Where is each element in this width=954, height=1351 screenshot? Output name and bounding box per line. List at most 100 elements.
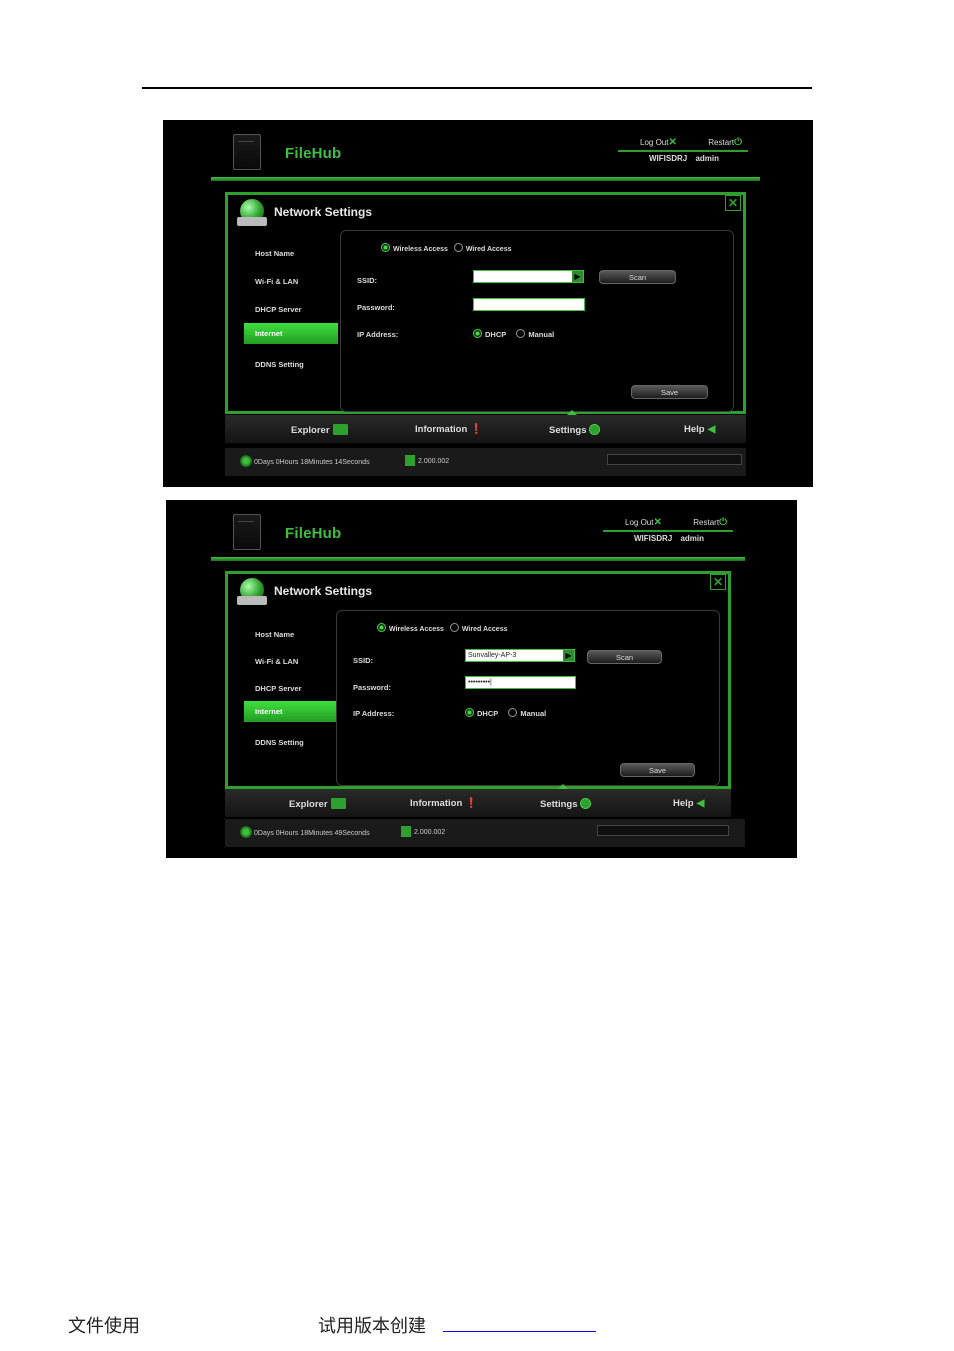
- ip-address-label: IP Address:: [353, 709, 395, 718]
- speaker-icon: ◀: [696, 798, 705, 809]
- app-frame: FileHub Log Out✕ Restart⏻ WIFISDRJ admin…: [211, 128, 760, 478]
- radio-unchecked-icon: [449, 623, 459, 632]
- nav-settings[interactable]: Settings: [540, 798, 592, 810]
- wired-access-radio[interactable]: Wired Access: [453, 243, 511, 253]
- sidebar-item-host-name[interactable]: Host Name: [255, 249, 294, 258]
- app-frame: FileHub Log Out✕ Restart⏻ WIFISDRJ admin…: [211, 508, 745, 848]
- app-header: FileHub Log Out✕ Restart⏻ WIFISDRJ admin: [211, 128, 760, 181]
- access-type-group: Wireless Access Wired Access: [377, 623, 511, 633]
- sidebar-item-dhcp-server[interactable]: DHCP Server: [255, 684, 302, 693]
- version-text: 2.000.002: [418, 458, 450, 465]
- clock-icon: [240, 455, 252, 467]
- restart-label: Restart: [693, 518, 720, 527]
- uptime: 0Days 0Hours 18Minutes 14Seconds: [240, 455, 370, 467]
- nav-help[interactable]: Help ◀: [684, 424, 715, 435]
- user-line: WIFISDRJ admin: [634, 534, 705, 543]
- power-icon: ⏻: [719, 517, 727, 528]
- nav-settings-label: Settings: [540, 799, 578, 810]
- firmware-version: 2.000.002: [401, 826, 445, 837]
- scan-button[interactable]: Scan: [587, 650, 662, 664]
- wired-access-label: Wired Access: [461, 626, 508, 633]
- nav-explorer-label: Explorer: [291, 425, 330, 436]
- restart-button[interactable]: Restart⏻: [693, 517, 727, 528]
- dhcp-label: DHCP: [485, 330, 507, 339]
- nav-information-label: Information: [410, 798, 463, 809]
- save-button[interactable]: Save: [620, 763, 695, 777]
- radio-checked-icon: [473, 329, 482, 338]
- top-rule: [142, 87, 812, 89]
- sidebar-item-internet[interactable]: Internet: [244, 701, 338, 722]
- wired-access-radio[interactable]: Wired Access: [449, 623, 508, 633]
- header-bar: [211, 557, 745, 561]
- nav-information[interactable]: Information ❗: [410, 798, 478, 809]
- nav-help-label: Help: [684, 424, 705, 435]
- nav-information-label: Information: [415, 424, 468, 435]
- scan-button[interactable]: Scan: [599, 270, 676, 284]
- logout-button[interactable]: Log Out✕: [640, 137, 677, 148]
- footer-link-underline[interactable]: [443, 1331, 596, 1332]
- sidebar-item-ddns-setting[interactable]: DDNS Setting: [255, 738, 304, 747]
- nav-explorer[interactable]: Explorer: [289, 798, 346, 810]
- uptime-text: 0Days 0Hours 18Minutes 49Seconds: [254, 830, 370, 837]
- sidebar-item-host-name[interactable]: Host Name: [255, 630, 294, 639]
- nav-help[interactable]: Help ◀: [673, 798, 704, 809]
- settings-panel: Network Settings ✕ Host Name Wi-Fi & LAN…: [225, 192, 746, 414]
- logout-button[interactable]: Log Out✕: [625, 517, 662, 528]
- top-links: Log Out✕ Restart⏻ WIFISDRJ admin: [603, 514, 733, 544]
- status-bar: 0Days 0Hours 18Minutes 14Seconds 2.000.0…: [225, 448, 746, 476]
- sidebar-item-wifi-lan[interactable]: Wi-Fi & LAN: [255, 657, 298, 666]
- password-input[interactable]: •••••••••|: [465, 676, 576, 689]
- app-header: FileHub Log Out✕ Restart⏻ WIFISDRJ admin: [211, 508, 745, 561]
- dhcp-radio[interactable]: DHCP: [473, 329, 507, 339]
- exclamation-icon: ❗: [465, 798, 478, 809]
- top-divider: [603, 530, 733, 532]
- radio-checked-icon: [377, 623, 386, 632]
- ip-mode-group: DHCP Manual: [473, 329, 562, 339]
- ssid-dropdown-icon[interactable]: ▶: [563, 650, 574, 661]
- close-panel-button[interactable]: ✕: [710, 574, 726, 590]
- nav-help-label: Help: [673, 798, 694, 809]
- nav-information[interactable]: Information ❗: [415, 424, 483, 435]
- sidebar-item-ddns-setting[interactable]: DDNS Setting: [255, 360, 304, 369]
- uptime: 0Days 0Hours 18Minutes 49Seconds: [240, 826, 370, 838]
- ip-address-label: IP Address:: [357, 330, 399, 339]
- nav-explorer-label: Explorer: [289, 799, 328, 810]
- active-tab-pointer: [558, 784, 568, 789]
- password-value: •••••••••|: [468, 679, 492, 686]
- dhcp-radio[interactable]: DHCP: [465, 708, 498, 718]
- ssid-input[interactable]: ▶: [473, 270, 584, 283]
- nav-settings[interactable]: Settings: [549, 424, 601, 436]
- nav-settings-label: Settings: [549, 425, 587, 436]
- close-icon: ✕: [727, 196, 739, 210]
- exclamation-icon: ❗: [470, 424, 483, 435]
- close-x-icon: ✕: [668, 137, 677, 148]
- close-x-icon: ✕: [653, 517, 662, 528]
- ssid-input[interactable]: Sunvalley-AP-3 ▶: [465, 649, 575, 662]
- save-button[interactable]: Save: [631, 385, 708, 399]
- ip-mode-group: DHCP Manual: [465, 708, 554, 718]
- active-tab-pointer: [567, 410, 577, 415]
- screenshot-2: FileHub Log Out✕ Restart⏻ WIFISDRJ admin…: [166, 500, 797, 858]
- manual-radio[interactable]: Manual: [516, 329, 554, 339]
- close-panel-button[interactable]: ✕: [725, 195, 741, 211]
- sidebar-item-dhcp-server[interactable]: DHCP Server: [255, 305, 302, 314]
- ssid-dropdown-icon[interactable]: ▶: [572, 271, 583, 282]
- footer-middle-text: 试用版本创建: [318, 1316, 426, 1337]
- password-input[interactable]: [473, 298, 585, 311]
- wireless-access-radio[interactable]: Wireless Access: [381, 243, 448, 253]
- sidebar-item-wifi-lan[interactable]: Wi-Fi & LAN: [255, 277, 298, 286]
- logo: FileHub: [285, 525, 342, 542]
- device-icon: [233, 134, 261, 170]
- speaker-icon: ◀: [707, 424, 716, 435]
- uptime-text: 0Days 0Hours 18Minutes 14Seconds: [254, 459, 370, 466]
- restart-button[interactable]: Restart⏻: [708, 137, 742, 148]
- sidebar-item-internet[interactable]: Internet: [244, 323, 338, 344]
- user-line: WIFISDRJ admin: [649, 154, 720, 163]
- restart-label: Restart: [708, 138, 735, 147]
- wireless-access-radio[interactable]: Wireless Access: [377, 623, 444, 633]
- device-icon: [233, 514, 261, 550]
- manual-radio[interactable]: Manual: [508, 708, 547, 718]
- nav-explorer[interactable]: Explorer: [291, 424, 348, 436]
- manual-label: Manual: [520, 709, 547, 718]
- bottom-nav: Explorer Information ❗ Settings Help ◀: [225, 410, 746, 443]
